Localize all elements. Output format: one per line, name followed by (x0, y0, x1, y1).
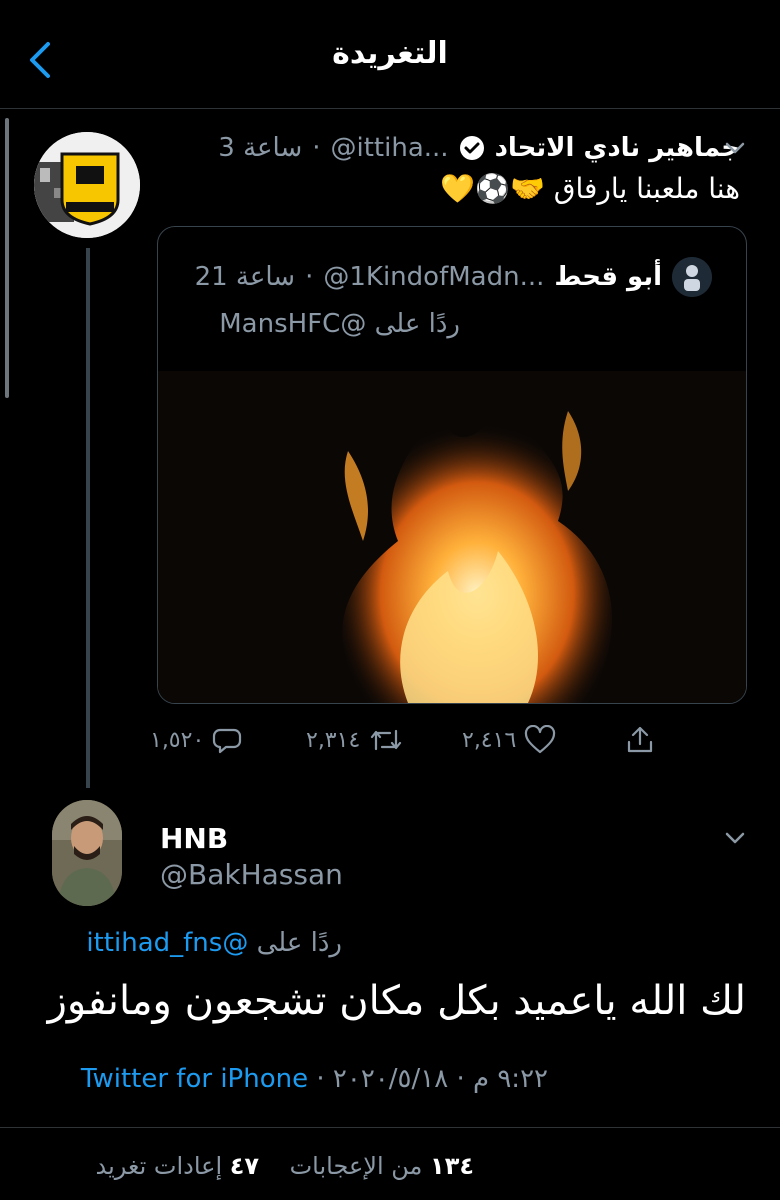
quote-author-name[interactable]: أبو قحط (554, 262, 662, 292)
reply-author-name[interactable]: HNB (160, 822, 228, 855)
chevron-down-icon[interactable] (724, 140, 746, 156)
quote-avatar[interactable] (672, 257, 712, 297)
reply-handle[interactable]: @MansHFC (219, 309, 366, 339)
page-title: التغريدة (332, 36, 448, 71)
like-button[interactable]: ٢,٤١٦ (462, 712, 556, 768)
reply-text: لك الله ياعميد بكل مكان تشجعون ومانفوز (47, 978, 746, 1024)
retweet-count: ٢,٣١٤ (306, 727, 361, 753)
author-handle[interactable]: @ittiha... (331, 133, 449, 163)
tweet-time[interactable]: 3 ساعة (218, 133, 302, 163)
reply-button[interactable]: ١,٥٢٠ (150, 712, 242, 768)
reply-to-handle[interactable]: @ittihad_fns (86, 928, 248, 958)
dot-separator: · (456, 1064, 465, 1094)
quote-header: أبو قحط @1KindofMadn... · 21 ساعة (195, 257, 712, 297)
thread-line (86, 248, 90, 788)
reply-to-line: ردًا على @ittihad_fns (86, 928, 342, 958)
reply-prefix: ردًا على (256, 928, 342, 958)
reply-author-handle[interactable]: @BakHassan (160, 858, 343, 891)
verified-icon (459, 136, 484, 160)
tweet-source[interactable]: Twitter for iPhone (81, 1064, 308, 1094)
dot-separator: · (305, 262, 314, 292)
scrollbar[interactable] (5, 118, 9, 398)
tweet-header: جماهير نادي الاتحاد @ittiha... · 3 ساعة (218, 130, 740, 166)
author-name[interactable]: جماهير نادي الاتحاد (495, 133, 740, 163)
heart-icon (525, 725, 556, 754)
tweet-text: هنا ملعبنا يارفاق 🤝⚽💛 (440, 172, 740, 205)
like-count: ٢,٤١٦ (462, 727, 517, 753)
chevron-down-icon[interactable] (724, 830, 746, 846)
divider (0, 1127, 780, 1128)
likes-count: ١٣٤ (430, 1152, 474, 1180)
top-bar: التغريدة (0, 0, 780, 109)
tweet-meta: ٩:٢٢ م · ٢٠٢٠/٥/١٨ · Twitter for iPhone (81, 1064, 548, 1094)
dot-separator: · (316, 1064, 325, 1094)
share-button[interactable] (624, 712, 656, 768)
likes-label: من الإعجابات (289, 1152, 423, 1180)
retweet-icon (371, 729, 402, 751)
likes-stat[interactable]: ١٣٤ من الإعجابات (290, 1152, 474, 1180)
dot-separator: · (312, 133, 321, 163)
quote-time[interactable]: 21 ساعة (195, 262, 296, 292)
retweets-count: ٤٧ (229, 1152, 260, 1180)
retweets-label: إعادات تغريد (95, 1152, 223, 1180)
quoted-tweet[interactable]: أبو قحط @1KindofMadn... · 21 ساعة ردًا ع… (157, 226, 747, 704)
reply-count: ١,٥٢٠ (150, 727, 205, 753)
share-icon (627, 726, 653, 753)
tweet-date: ٢٠٢٠/٥/١٨ (332, 1064, 449, 1094)
reply-prefix: ردًا على (374, 309, 460, 339)
tweet-time: ٩:٢٢ م (472, 1064, 548, 1094)
quote-reply-to: ردًا على @MansHFC (219, 309, 460, 339)
retweets-stat[interactable]: ٤٧ إعادات تغريد (95, 1152, 259, 1180)
retweet-button[interactable]: ٢,٣١٤ (306, 712, 404, 768)
fire-image[interactable] (158, 371, 746, 703)
quote-author-handle[interactable]: @1KindofMadn... (323, 262, 544, 292)
reply-icon (213, 728, 242, 754)
tweet-stats: ١٣٤ من الإعجابات ٤٧ إعادات تغريد (95, 1152, 474, 1180)
tweet-actions: ١,٥٢٠ ٢,٣١٤ ٢,٤١٦ (0, 712, 780, 768)
user-avatar[interactable] (52, 800, 122, 906)
club-avatar[interactable] (34, 132, 140, 238)
